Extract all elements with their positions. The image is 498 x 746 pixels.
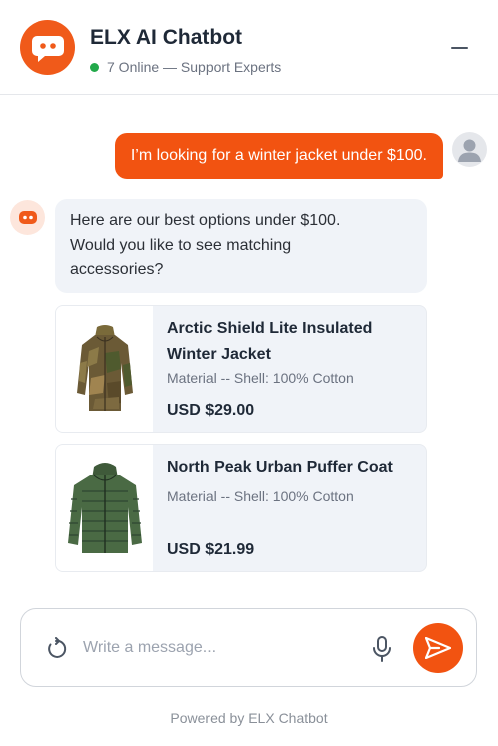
user-message-bubble: I’m looking for a winter jacket under $1… bbox=[114, 133, 443, 179]
chat-bubble-icon bbox=[20, 20, 75, 75]
green-puffer-jacket-image bbox=[56, 445, 153, 571]
product-price: USD $29.00 bbox=[167, 402, 255, 419]
send-button[interactable] bbox=[413, 623, 463, 673]
online-status: 7 Online — Support Experts bbox=[90, 59, 281, 75]
chat-title: ELX AI Chatbot bbox=[90, 26, 243, 49]
chat-header: ELX AI Chatbot 7 Online — Support Expert… bbox=[0, 0, 498, 95]
user-message-text: I’m looking for a winter jacket under $1… bbox=[130, 147, 427, 164]
send-icon bbox=[425, 637, 451, 659]
microphone-icon[interactable] bbox=[371, 636, 393, 662]
user-avatar-icon bbox=[452, 132, 487, 167]
bot-message-line: accessories? bbox=[70, 261, 164, 278]
product-price: USD $21.99 bbox=[167, 541, 255, 558]
message-composer bbox=[20, 608, 477, 687]
bot-message-bubble: Here are our best options under $100. Wo… bbox=[55, 199, 427, 293]
online-dot-icon bbox=[90, 62, 99, 72]
camo-jacket-image bbox=[56, 306, 153, 432]
product-card[interactable]: North Peak Urban Puffer Coat Material --… bbox=[55, 444, 427, 572]
product-card[interactable]: Arctic Shield Lite Insulated Winter Jack… bbox=[55, 305, 427, 433]
bot-avatar-icon bbox=[10, 200, 45, 235]
minimize-icon[interactable] bbox=[451, 37, 468, 51]
bot-message-line: Here are our best options under $100. bbox=[70, 212, 341, 229]
product-name[interactable]: North Peak Urban Puffer Coat bbox=[167, 455, 417, 481]
bot-message-line: Would you like to see matching bbox=[70, 236, 292, 254]
product-material: Material -- Shell: 100% Cotton bbox=[167, 370, 354, 386]
status-text: 7 Online — Support Experts bbox=[107, 59, 282, 75]
refresh-icon[interactable] bbox=[44, 637, 68, 661]
product-material: Material -- Shell: 100% Cotton bbox=[167, 488, 354, 504]
product-name[interactable]: Arctic Shield Lite Insulated Winter Jack… bbox=[167, 316, 417, 368]
message-input[interactable] bbox=[83, 635, 353, 661]
powered-by-footer: Powered by ELX Chatbot bbox=[170, 710, 328, 726]
